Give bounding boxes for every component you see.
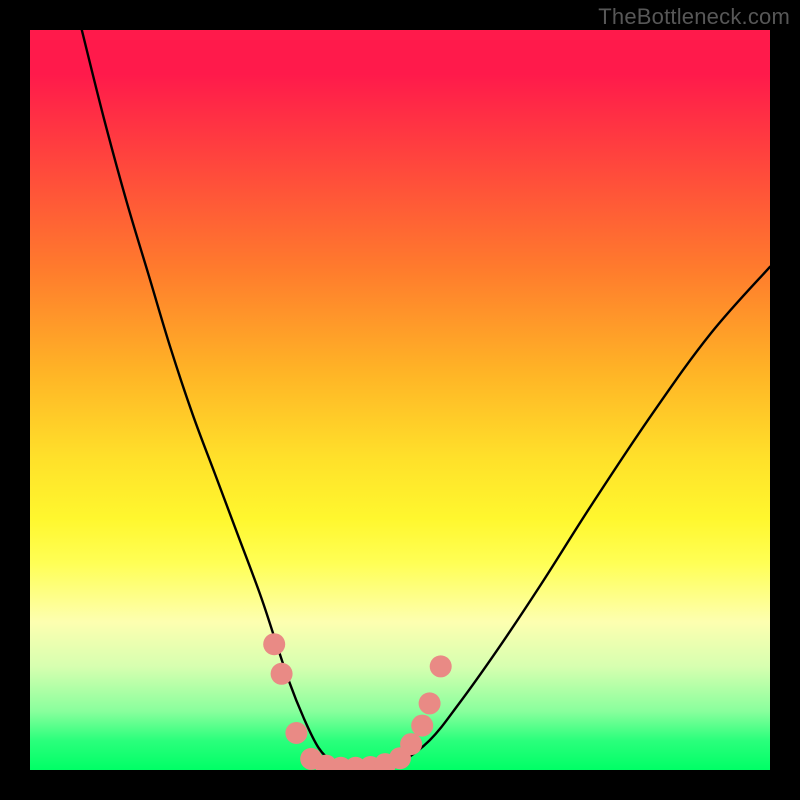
chart-svg [30,30,770,770]
highlight-dot [419,692,441,714]
highlight-dot [263,633,285,655]
highlight-dot [400,733,422,755]
highlight-dot [430,655,452,677]
highlight-dot [271,663,293,685]
chart-plot-area [30,30,770,770]
highlight-dot [411,715,433,737]
bottleneck-curve [82,30,770,770]
highlight-dots [263,633,452,770]
watermark-text: TheBottleneck.com [598,4,790,30]
chart-stage: TheBottleneck.com [0,0,800,800]
highlight-dot [285,722,307,744]
